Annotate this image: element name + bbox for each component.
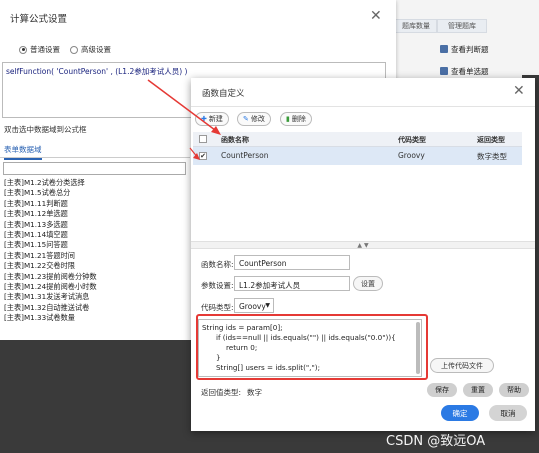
- field-list-item[interactable]: [主表]M1.32自动推送试卷: [4, 303, 190, 313]
- return-type-value: 数字: [247, 388, 262, 397]
- code-type-select[interactable]: Groovy ▼: [234, 298, 274, 313]
- tab-divider: [0, 157, 190, 158]
- cell-code-type: Groovy: [398, 151, 425, 160]
- param-set-button[interactable]: 设置: [353, 276, 383, 291]
- radio-dot: [19, 45, 27, 54]
- code-line: String[] users = ids.split(",");: [216, 363, 320, 372]
- cell-return-type: 数字类型: [477, 152, 507, 161]
- field-list-item[interactable]: [主表]M1.22交卷时限: [4, 261, 190, 271]
- formula-text: selfFunction( 'CountPerson' , (L1.2参加考试人…: [6, 67, 188, 76]
- edit-icon: [440, 67, 448, 75]
- chevron-down-icon: ▼: [265, 302, 270, 309]
- edit-button[interactable]: ✎ 修改: [237, 112, 271, 126]
- formula-hint: 双击选中数据域到公式框: [4, 125, 87, 134]
- table-header: 函数名称 代码类型 返回类型: [193, 132, 522, 147]
- function-table: 函数名称 代码类型 返回类型 ✔ CountPerson Groovy 数字类型: [193, 132, 522, 272]
- edit-label: 修改: [250, 115, 265, 123]
- delete-label: 删除: [291, 115, 306, 123]
- radio-label: 普通设置: [30, 45, 60, 54]
- view-single-button[interactable]: 查看单选题: [440, 64, 489, 78]
- field-list-item[interactable]: [主表]M1.31发送考试消息: [4, 292, 190, 302]
- upload-code-button[interactable]: 上传代码文件: [430, 358, 494, 373]
- view-judge-button[interactable]: 查看判断题: [440, 42, 489, 56]
- field-list-item[interactable]: [主表]M1.23提前阅卷分钟数: [4, 272, 190, 282]
- code-line: String ids = param[0];: [202, 323, 283, 332]
- header-return-type: 返回类型: [477, 136, 505, 144]
- code-scrollbar[interactable]: [416, 322, 420, 374]
- field-list-item[interactable]: [主表]M1.12单选题: [4, 209, 190, 219]
- help-button[interactable]: 帮助: [499, 383, 529, 397]
- edit-icon: [440, 45, 448, 53]
- param-label: 参数设置:: [201, 281, 234, 290]
- reset-button[interactable]: 重置: [463, 383, 493, 397]
- header-function-name: 函数名称: [221, 136, 249, 144]
- new-button[interactable]: ✚ 新建: [195, 112, 229, 126]
- field-list-item[interactable]: [主表]M1.13多选题: [4, 220, 190, 230]
- param-input[interactable]: L1.2参加考试人员: [234, 276, 350, 291]
- radio-label: 高级设置: [81, 45, 111, 54]
- screenshot: 题库数量 管理题库 查看判断题 查看单选题 计算公式设置 ✕ 普通设置 高级设置…: [0, 0, 539, 453]
- code-line: if (ids==null || ids.equals("") || ids.e…: [216, 333, 396, 342]
- return-type-label: 返回值类型:: [201, 388, 242, 397]
- field-list-item[interactable]: [主表]M1.2试卷分类选择: [4, 178, 190, 188]
- new-label: 新建: [208, 115, 223, 123]
- field-filter-input[interactable]: [3, 162, 186, 175]
- panel-splitter[interactable]: ▲ ▼: [191, 241, 535, 249]
- close-icon[interactable]: ✕: [513, 84, 525, 98]
- cell-function-name: CountPerson: [221, 151, 269, 160]
- watermark: CSDN @致远OA: [386, 434, 486, 449]
- cancel-button[interactable]: 取消: [489, 405, 527, 421]
- field-list-item[interactable]: [主表]M1.24提前阅卷小时数: [4, 282, 190, 292]
- select-all-checkbox[interactable]: [199, 135, 207, 143]
- pencil-icon: ✎: [243, 114, 249, 123]
- column-header-manage-bank: 管理题库: [437, 19, 487, 33]
- ok-button[interactable]: 确定: [441, 405, 479, 421]
- row-checkbox[interactable]: ✔: [199, 152, 207, 160]
- name-label: 函数名称:: [201, 260, 234, 269]
- plus-icon: ✚: [201, 114, 207, 123]
- field-list: [主表]M1.2试卷分类选择 [主表]M1.5试卷总分 [主表]M1.11判断题 [主…: [4, 178, 190, 328]
- mode-normal-radio[interactable]: 普通设置: [19, 44, 60, 55]
- field-list-item[interactable]: [主表]M1.21答题时间: [4, 251, 190, 261]
- view-single-label: 查看单选题: [451, 66, 489, 76]
- field-list-item[interactable]: [主表]M1.11判断题: [4, 199, 190, 209]
- radio-dot: [70, 45, 78, 54]
- trash-icon: ▮: [286, 114, 290, 123]
- mode-advanced-radio[interactable]: 高级设置: [70, 44, 111, 55]
- function-name-input[interactable]: CountPerson: [234, 255, 350, 270]
- dialog-title: 函数自定义: [202, 89, 245, 99]
- code-type-label: 代码类型:: [201, 303, 234, 312]
- function-custom-dialog: 函数自定义 ✕ ✚ 新建 ✎ 修改 ▮ 删除 函数名称 代码类型 返回类型 ✔ …: [191, 78, 535, 431]
- field-list-item[interactable]: [主表]M1.5试卷总分: [4, 188, 190, 198]
- view-judge-label: 查看判断题: [451, 44, 489, 54]
- dialog-title: 计算公式设置: [10, 14, 68, 25]
- close-icon[interactable]: ✕: [370, 9, 382, 23]
- table-row[interactable]: ✔ CountPerson Groovy 数字类型: [193, 147, 522, 165]
- field-list-item[interactable]: [主表]M1.33试卷数量: [4, 313, 190, 323]
- header-code-type: 代码类型: [398, 136, 426, 144]
- code-line: return 0;: [226, 343, 258, 352]
- code-editor[interactable]: String ids = param[0]; if (ids==null || …: [198, 319, 422, 377]
- code-line: }: [216, 353, 221, 362]
- delete-button[interactable]: ▮ 删除: [280, 112, 312, 126]
- column-header-question-count: 题库数量: [395, 19, 437, 33]
- code-type-value: Groovy: [239, 302, 266, 311]
- field-list-item[interactable]: [主表]M1.14填空题: [4, 230, 190, 240]
- save-button[interactable]: 保存: [427, 383, 457, 397]
- field-list-item[interactable]: [主表]M1.15问答题: [4, 240, 190, 250]
- dialog-header: 函数自定义 ✕: [191, 78, 535, 107]
